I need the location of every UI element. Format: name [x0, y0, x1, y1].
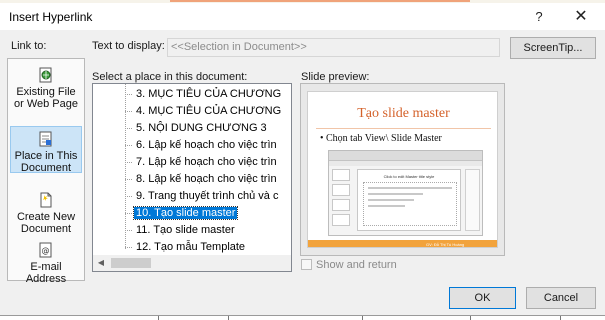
link-to-email-address[interactable]: @ E-mail Address [10, 242, 82, 285]
link-to-panel: Existing File or Web Page Place in This … [7, 58, 85, 285]
dialog-title: Insert Hyperlink [9, 10, 93, 24]
list-item[interactable]: 7. Lập kế hoạch cho việc trìn [125, 154, 279, 171]
cancel-button[interactable]: Cancel [526, 287, 596, 309]
slide-preview: Tạo slide master • Chọn tab View\ Slide … [307, 91, 498, 248]
show-and-return-label: Show and return [316, 259, 397, 271]
list-item[interactable]: 3. MỤC TIÊU CỦA CHƯƠNG [125, 86, 283, 103]
link-to-new-document[interactable]: Create New Document [10, 192, 82, 235]
ok-button[interactable]: OK [449, 287, 516, 309]
slide-bullet-text: • Chọn tab View\ Slide Master [320, 133, 442, 144]
slide-preview-frame: Tạo slide master • Chọn tab View\ Slide … [300, 83, 505, 256]
list-item[interactable]: 8. Lập kế hoạch cho việc trìn [125, 171, 279, 188]
link-to-existing-file[interactable]: Existing File or Web Page [10, 67, 82, 110]
slide-screenshot-image: Click to edit Master title style [328, 150, 483, 236]
list-item[interactable]: 6. Lập kế hoạch cho việc trìn [125, 137, 279, 154]
insert-hyperlink-dialog: Insert Hyperlink ? ✕ Link to: Text to di… [0, 0, 605, 320]
link-to-new-document-label: Create New Document [16, 211, 76, 235]
link-to-place-in-document[interactable]: Place in This Document [10, 126, 82, 174]
background-highlight [170, 0, 470, 2]
slide-footer-bar [308, 240, 497, 247]
title-bar: Insert Hyperlink ? ✕ [0, 3, 605, 30]
text-to-display-input[interactable]: <<Selection in Document>> [167, 38, 500, 57]
slide-title-divider [316, 128, 491, 129]
scroll-left-icon[interactable]: ◀ [93, 255, 109, 271]
list-item[interactable]: 4. MỤC TIÊU CỦA CHƯƠNG [125, 103, 283, 120]
list-item-selected[interactable]: 10. Tạo slide master [125, 205, 239, 222]
checkbox-box[interactable] [301, 259, 312, 270]
link-to-existing-file-label: Existing File or Web Page [13, 86, 78, 110]
list-item[interactable]: 12. Tạo mẫu Template [125, 239, 247, 256]
background-document-table [0, 315, 605, 320]
link-to-email-label: E-mail Address [25, 261, 67, 285]
link-to-place-label: Place in This Document [14, 150, 78, 174]
show-and-return-checkbox[interactable]: Show and return [301, 259, 397, 271]
slide-title: Tạo slide master [357, 106, 450, 121]
screentip-button[interactable]: ScreenTip... [510, 37, 596, 59]
slide-preview-label: Slide preview: [301, 71, 370, 83]
new-document-icon [40, 192, 52, 208]
email-icon: @ [39, 242, 52, 258]
horizontal-scroll-thumb[interactable] [111, 258, 151, 268]
slide-footer-text: GV: Đỗ Thị Tú Hoàng [426, 242, 465, 247]
svg-text:@: @ [42, 246, 50, 255]
list-item[interactable]: 11. Tạo slide master [125, 222, 237, 239]
horizontal-scrollbar[interactable]: ◀ ▶ [93, 255, 291, 271]
select-place-label: Select a place in this document: [92, 71, 248, 83]
text-to-display-label: Text to display: [92, 40, 165, 52]
place-tree-list[interactable]: 3. MỤC TIÊU CỦA CHƯƠNG 4. MỤC TIÊU CỦA C… [92, 83, 292, 272]
help-button[interactable]: ? [524, 6, 554, 28]
close-button[interactable]: ✕ [566, 6, 596, 28]
list-item[interactable]: 9. Trang thuyết trình chủ và c [125, 188, 280, 205]
list-item[interactable]: 5. NỘI DUNG CHƯƠNG 3 [125, 120, 269, 137]
link-to-label: Link to: [11, 40, 47, 52]
document-place-icon [39, 131, 52, 147]
web-page-icon [39, 67, 52, 83]
slide-screenshot-caption: Click to edit Master title style [383, 174, 435, 179]
